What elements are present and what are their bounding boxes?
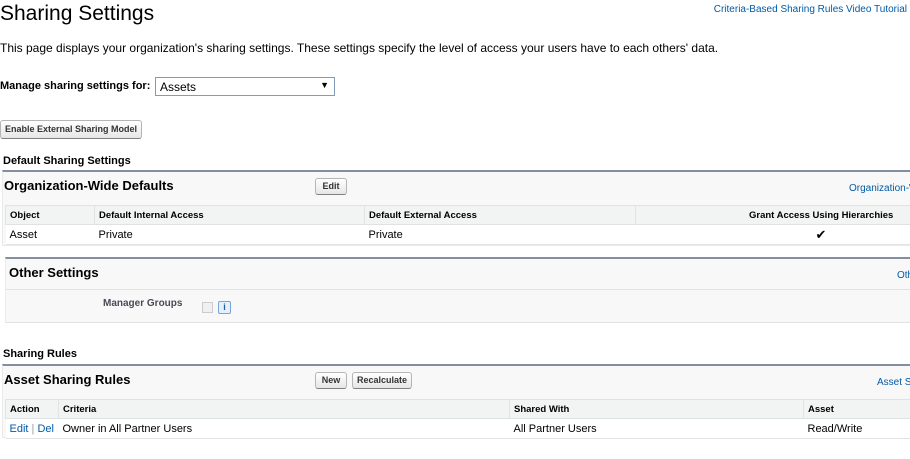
column-header-action: Action bbox=[5, 399, 59, 419]
column-header-criteria: Criteria bbox=[58, 399, 510, 419]
info-icon[interactable]: i bbox=[218, 301, 231, 314]
cell-asset-access: Read/Write bbox=[803, 418, 910, 439]
default-sharing-settings-header: Default Sharing Settings bbox=[3, 155, 131, 167]
other-settings-title: Other Settings bbox=[9, 265, 99, 280]
cell-actions: Edit | Del bbox=[5, 418, 59, 439]
column-header-default-internal: Default Internal Access bbox=[94, 205, 365, 225]
column-header-shared-with: Shared With bbox=[509, 399, 804, 419]
table-header-row: Object Default Internal Access Default E… bbox=[5, 205, 910, 225]
action-separator: | bbox=[31, 422, 35, 435]
checkmark-icon: ✔ bbox=[635, 224, 910, 245]
manage-sharing-label: Manage sharing settings for: bbox=[0, 80, 151, 92]
org-wide-help-link[interactable]: Organization-W bbox=[849, 183, 910, 194]
sharing-rules-header: Sharing Rules bbox=[3, 348, 77, 360]
page-description: This page displays your organization's s… bbox=[0, 41, 719, 55]
other-settings-help-link[interactable]: Oth bbox=[897, 270, 910, 281]
dropdown-arrow-icon: ▼ bbox=[320, 80, 329, 90]
column-header-grant-access: Grant Access Using Hierarchies bbox=[635, 205, 910, 225]
video-tutorial-link[interactable]: Criteria-Based Sharing Rules Video Tutor… bbox=[714, 4, 907, 15]
asset-sharing-rules-table: Action Criteria Shared With Asset Edit |… bbox=[5, 399, 910, 439]
column-header-object: Object bbox=[5, 205, 95, 225]
manager-groups-label: Manager Groups bbox=[103, 298, 183, 309]
org-wide-defaults-table: Object Default Internal Access Default E… bbox=[5, 205, 910, 245]
cell-criteria: Owner in All Partner Users bbox=[58, 418, 510, 439]
table-header-row: Action Criteria Shared With Asset bbox=[5, 399, 910, 419]
org-wide-defaults-title: Organization-Wide Defaults bbox=[4, 178, 174, 193]
org-wide-defaults-panel: Organization-Wide Defaults Edit Organiza… bbox=[2, 170, 910, 246]
org-wide-edit-button[interactable]: Edit bbox=[315, 178, 347, 195]
new-rule-button[interactable]: New bbox=[315, 372, 347, 389]
divider bbox=[6, 289, 910, 290]
delete-rule-link[interactable]: Del bbox=[37, 423, 54, 435]
cell-internal-access: Private bbox=[94, 224, 365, 245]
cell-external-access: Private bbox=[364, 224, 636, 245]
cell-shared-with: All Partner Users bbox=[509, 418, 804, 439]
manage-sharing-selected-value: Assets bbox=[160, 80, 197, 94]
edit-rule-link[interactable]: Edit bbox=[10, 423, 29, 435]
column-header-asset: Asset bbox=[803, 399, 910, 419]
enable-external-sharing-button[interactable]: Enable External Sharing Model bbox=[0, 120, 143, 139]
asset-sharing-help-link[interactable]: Asset S bbox=[877, 377, 910, 388]
table-row: Edit | Del Owner in All Partner Users Al… bbox=[5, 418, 910, 439]
asset-sharing-rules-title: Asset Sharing Rules bbox=[4, 372, 131, 387]
asset-sharing-rules-panel: Asset Sharing Rules New Recalculate Asse… bbox=[2, 364, 910, 439]
table-row: Asset Private Private ✔ bbox=[5, 224, 910, 245]
manager-groups-checkbox[interactable] bbox=[202, 302, 213, 313]
recalculate-button[interactable]: Recalculate bbox=[352, 372, 412, 389]
other-settings-panel: Other Settings Oth Manager Groups i bbox=[5, 257, 910, 323]
column-header-default-external: Default External Access bbox=[364, 205, 636, 225]
manage-sharing-select[interactable]: Assets ▼ bbox=[155, 77, 335, 96]
cell-object: Asset bbox=[5, 224, 95, 245]
page-title: Sharing Settings bbox=[0, 2, 155, 25]
